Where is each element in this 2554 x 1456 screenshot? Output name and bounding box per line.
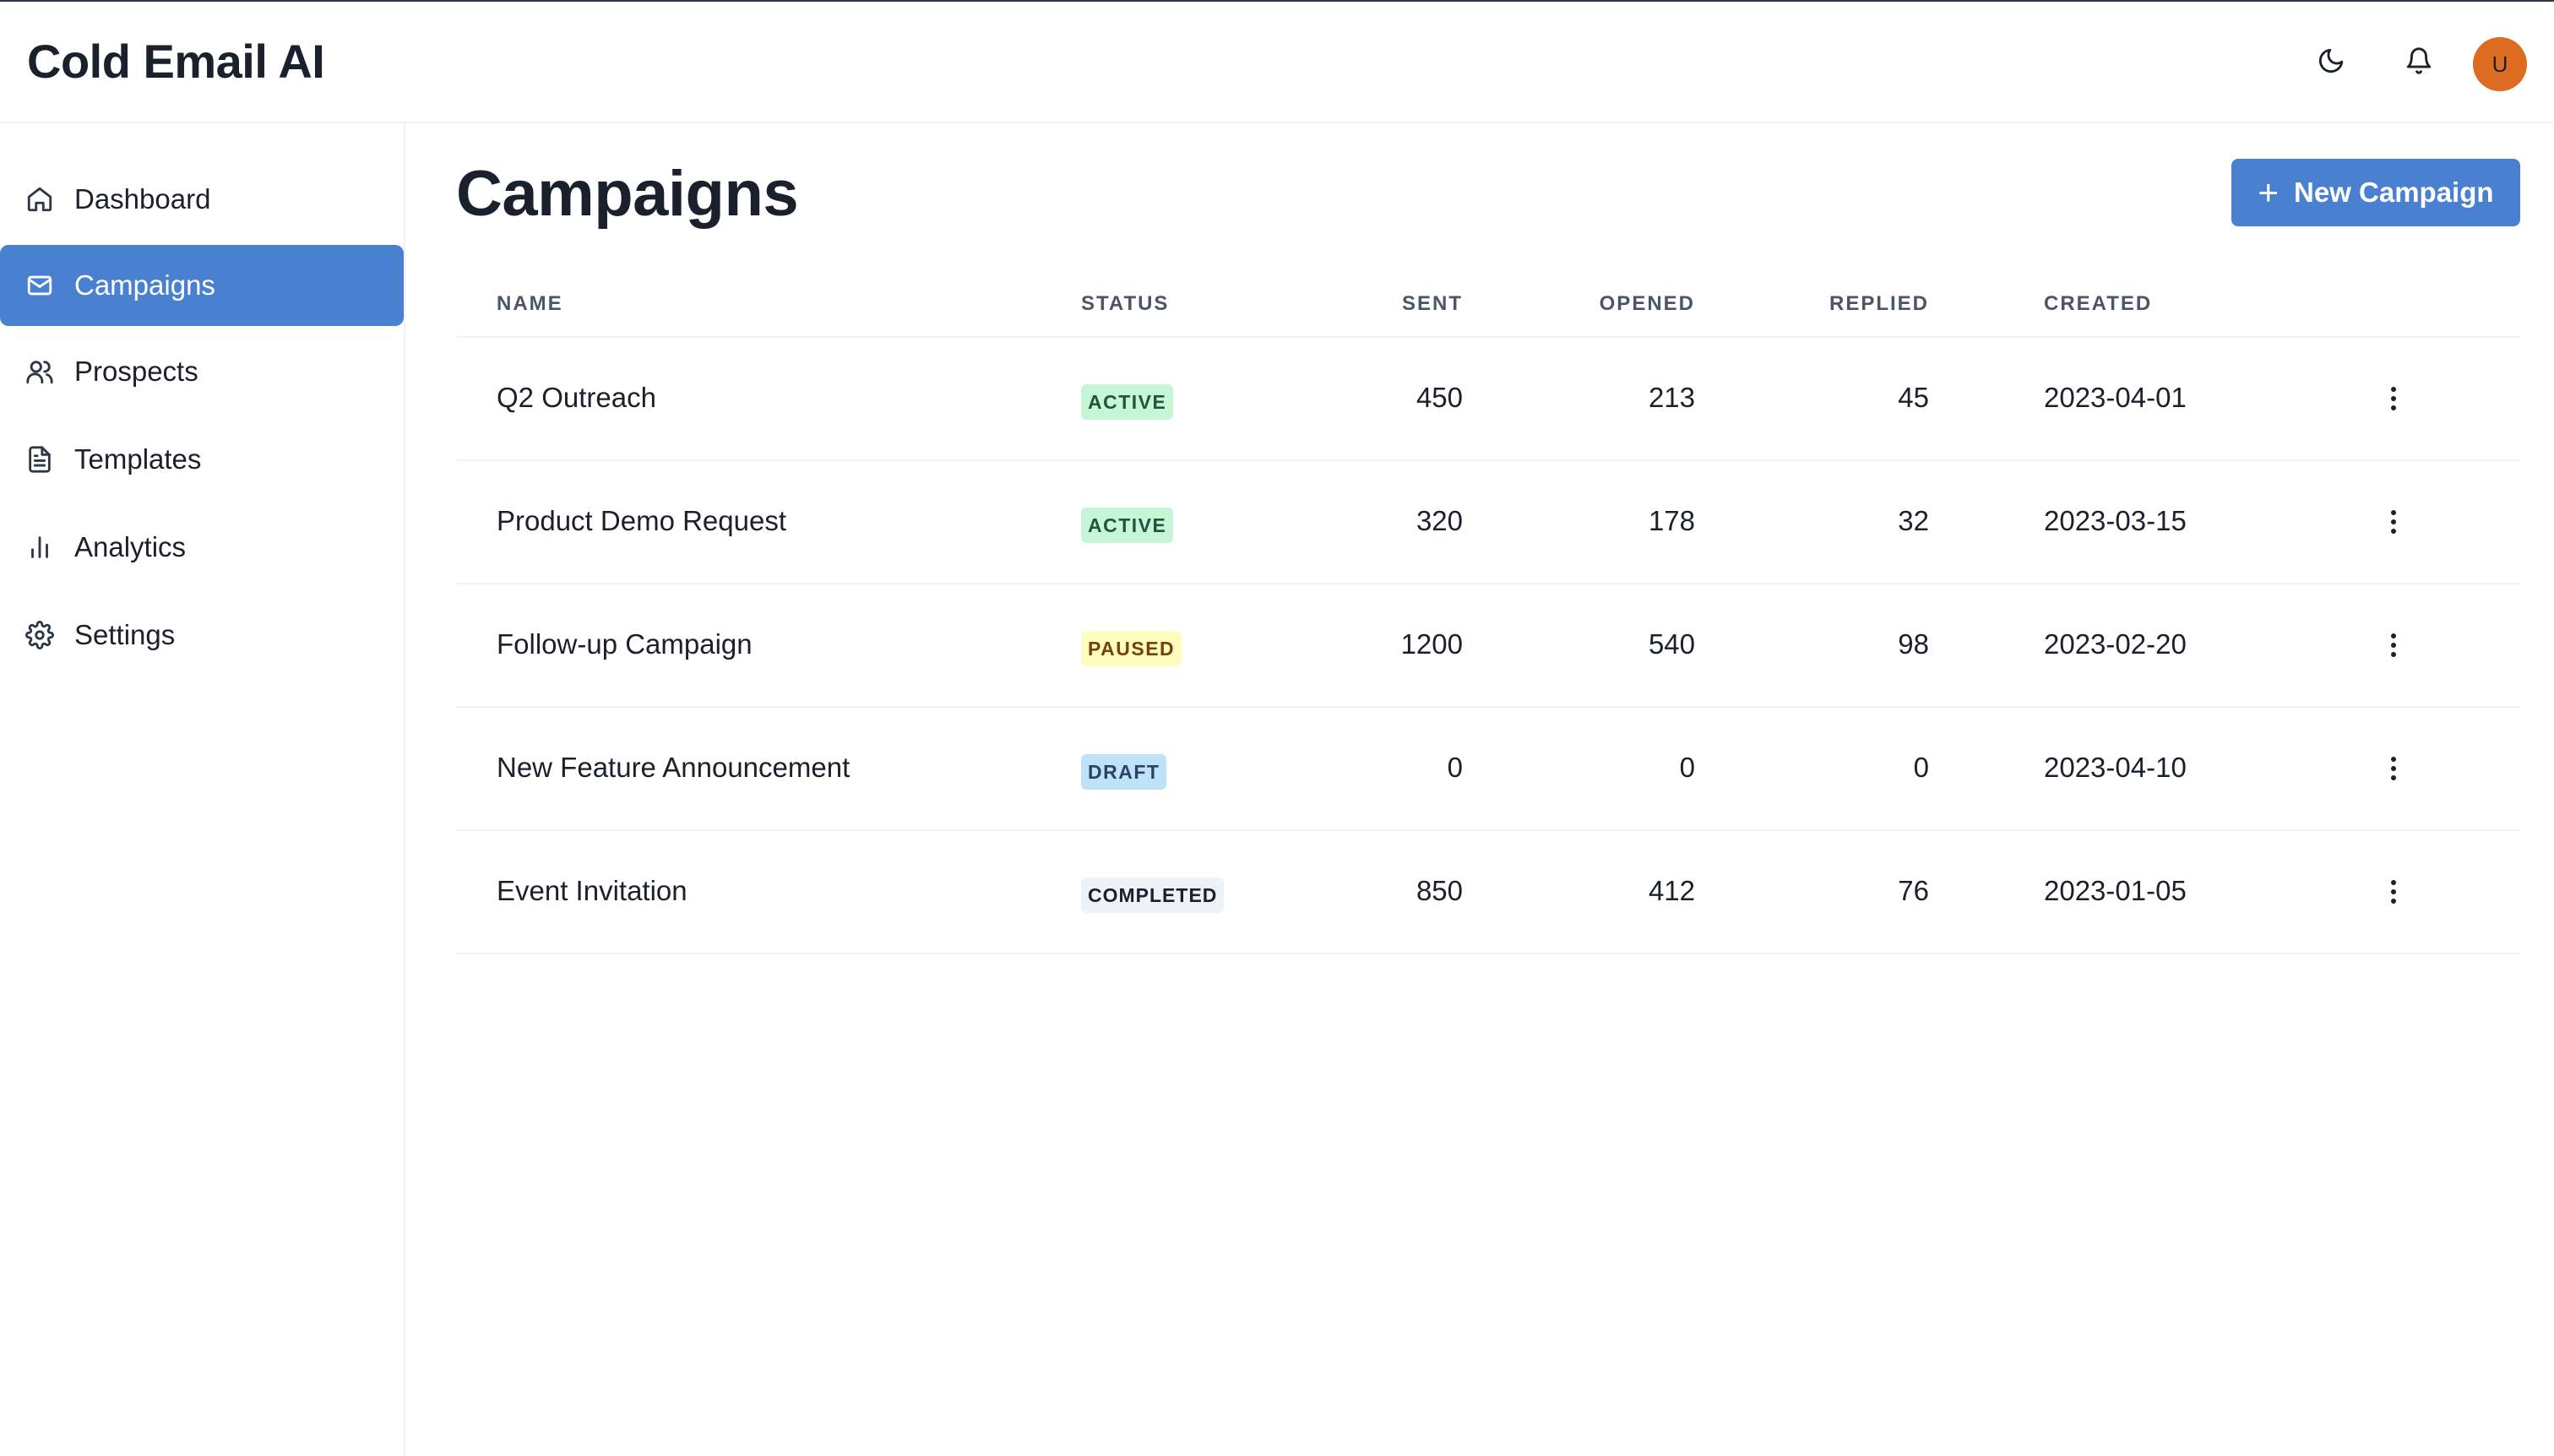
sent-count: 850 [1416,875,1463,906]
status-badge: DRAFT [1081,753,1167,790]
page-title: Campaigns [456,158,799,230]
campaign-name[interactable]: Product Demo Request [497,505,786,537]
status-badge-text: PAUSED [1081,631,1182,666]
table-row[interactable]: Q2 Outreach ACTIVE 450 213 45 2023-04-01 [456,338,2520,461]
sidebar-item-templates[interactable]: Templates [0,419,404,500]
sidebar-item-label: Prospects [74,356,198,387]
campaign-name[interactable]: New Feature Announcement [497,752,850,784]
opened-count: 412 [1648,875,1695,906]
status-badge-text: DRAFT [1081,754,1167,790]
more-options-button[interactable] [2377,742,2410,796]
sidebar-item-label: Templates [74,443,202,475]
column-header-replied[interactable]: Replied [1829,292,1929,316]
sidebar-item-analytics[interactable]: Analytics [0,507,404,588]
more-options-button[interactable] [2377,865,2410,919]
created-date: 2023-04-01 [2044,382,2187,413]
opened-count: 213 [1648,382,1695,413]
status-badge: ACTIVE [1081,507,1174,543]
sidebar: Dashboard Campaigns Prospects Templates … [0,123,405,1456]
table-row[interactable]: Product Demo Request ACTIVE 320 178 32 2… [456,461,2520,584]
column-header-created[interactable]: Created [2044,292,2152,316]
more-vertical-icon [2391,880,2396,904]
status-badge-text: ACTIVE [1081,384,1174,420]
replied-count: 0 [1913,752,1929,783]
sent-count: 320 [1416,505,1463,536]
plus-icon: + [2258,172,2279,212]
more-vertical-icon [2391,387,2396,410]
gear-icon [25,621,54,649]
more-options-button[interactable] [2377,372,2410,426]
status-badge: PAUSED [1081,630,1182,666]
table-row[interactable]: New Feature Announcement DRAFT 0 0 0 202… [456,708,2520,831]
avatar-initial: U [2492,51,2508,77]
campaign-name[interactable]: Follow-up Campaign [497,628,753,660]
opened-count: 178 [1648,505,1695,536]
status-badge: COMPLETED [1081,877,1225,913]
campaign-name[interactable]: Event Invitation [497,875,687,907]
sent-count: 450 [1416,382,1463,413]
created-date: 2023-04-10 [2044,752,2187,783]
sent-count: 1200 [1400,628,1463,660]
replied-count: 98 [1898,628,1929,660]
more-vertical-icon [2391,633,2396,657]
moon-icon [2317,46,2345,79]
opened-count: 0 [1679,752,1695,783]
new-campaign-button[interactable]: + New Campaign [2231,159,2520,226]
campaign-name[interactable]: Q2 Outreach [497,382,656,414]
sidebar-item-settings[interactable]: Settings [0,595,404,676]
table-header: Name Status Sent Opened Replied Created [456,272,2520,338]
sidebar-item-campaigns[interactable]: Campaigns [0,245,404,326]
new-campaign-label: New Campaign [2293,177,2494,208]
notifications-button[interactable] [2392,35,2446,90]
replied-count: 76 [1898,875,1929,906]
table-row[interactable]: Follow-up Campaign PAUSED 1200 540 98 20… [456,584,2520,708]
column-header-sent[interactable]: Sent [1402,292,1463,316]
replied-count: 45 [1898,382,1929,413]
created-date: 2023-03-15 [2044,505,2187,536]
campaigns-table: Name Status Sent Opened Replied Created … [456,272,2520,954]
opened-count: 540 [1648,628,1695,660]
status-badge: ACTIVE [1081,383,1174,420]
sidebar-item-label: Dashboard [74,183,211,215]
status-badge-text: COMPLETED [1081,877,1225,913]
table-row[interactable]: Event Invitation COMPLETED 850 412 76 20… [456,831,2520,954]
more-vertical-icon [2391,510,2396,534]
home-icon [25,185,54,214]
mail-icon [25,271,54,300]
column-header-status[interactable]: Status [1081,292,1169,316]
app-title: Cold Email AI [27,35,325,88]
avatar[interactable]: U [2473,37,2527,91]
column-header-opened[interactable]: Opened [1600,292,1695,316]
bell-icon [2405,46,2433,79]
sidebar-item-prospects[interactable]: Prospects [0,331,404,412]
column-header-name[interactable]: Name [497,292,563,316]
sidebar-item-label: Analytics [74,531,187,562]
more-options-button[interactable] [2377,618,2410,672]
sidebar-item-dashboard[interactable]: Dashboard [0,159,404,240]
more-options-button[interactable] [2377,495,2410,549]
sidebar-item-label: Settings [74,619,176,650]
status-badge-text: ACTIVE [1081,508,1174,543]
sidebar-item-label: Campaigns [74,269,215,301]
theme-toggle-button[interactable] [2304,35,2358,90]
top-header: Cold Email AI U [0,2,2554,123]
created-date: 2023-02-20 [2044,628,2187,660]
more-vertical-icon [2391,757,2396,780]
bar-chart-icon [25,533,54,562]
created-date: 2023-01-05 [2044,875,2187,906]
replied-count: 32 [1898,505,1929,536]
file-text-icon [25,445,54,474]
sent-count: 0 [1447,752,1463,783]
users-icon [25,357,54,386]
